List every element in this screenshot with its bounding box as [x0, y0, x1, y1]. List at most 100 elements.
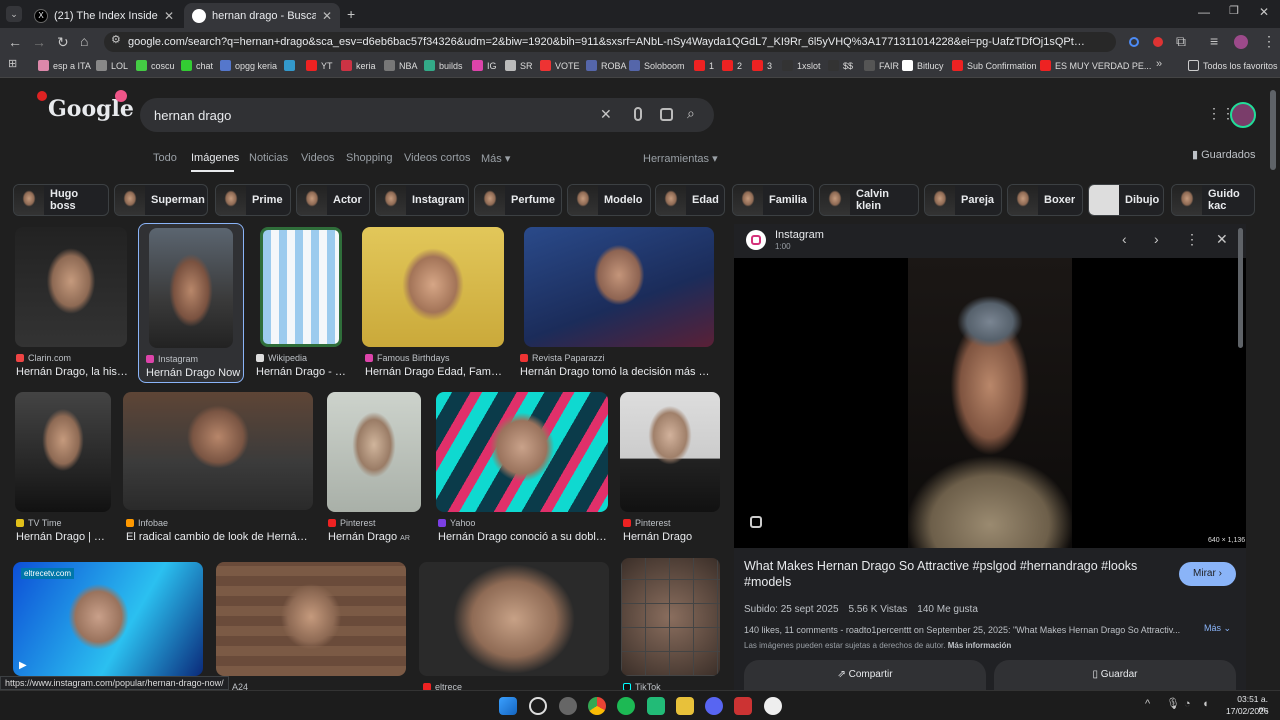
bookmark-item[interactable]: LOL — [96, 60, 128, 71]
bookmark-item[interactable]: opgg keria — [220, 60, 277, 71]
next-icon[interactable]: › — [1154, 232, 1159, 246]
chip-hugo-boss[interactable]: Hugo boss — [13, 184, 109, 216]
chip-actor[interactable]: Actor — [296, 184, 370, 216]
minimize-icon[interactable]: — — [1198, 6, 1210, 18]
close-tab-icon[interactable]: ✕ — [322, 9, 332, 23]
reading-list-icon[interactable]: ≡ — [1210, 34, 1218, 48]
chip-edad[interactable]: Edad — [655, 184, 725, 216]
image-result[interactable]: Wikipedia Hernán Drago - Wi... — [256, 227, 348, 379]
tab-all[interactable]: Todo — [153, 152, 177, 164]
chip-dibujo[interactable]: Dibujo — [1088, 184, 1164, 216]
chip-perfume[interactable]: Perfume — [474, 184, 562, 216]
bookmark-item[interactable]: Soloboom — [629, 60, 685, 71]
tab-twitter[interactable]: X (21) The Index Insider en X: "To... ✕ — [26, 3, 182, 28]
panel-title[interactable]: What Makes Hernan Drago So Attractive #p… — [744, 558, 1164, 590]
chip-familia[interactable]: Familia — [732, 184, 814, 216]
previous-icon[interactable]: ‹ — [1122, 232, 1127, 246]
chip-instagram[interactable]: Instagram — [375, 184, 469, 216]
image-result[interactable]: Infobae El radical cambio de look de Her… — [122, 392, 314, 544]
profile-avatar[interactable] — [1234, 35, 1248, 49]
window-close-icon[interactable]: ✕ — [1259, 6, 1269, 18]
menu-icon[interactable]: ⋮ — [1262, 34, 1276, 48]
image-result-selected[interactable]: Instagram Hernán Drago Now — [138, 223, 244, 383]
extensions-puzzle-icon[interactable]: ⧉ — [1176, 34, 1186, 48]
bookmark-item[interactable]: 2 — [722, 60, 742, 71]
bookmark-item[interactable]: 1 — [694, 60, 714, 71]
lens-icon[interactable] — [660, 108, 673, 121]
search-icon[interactable]: ⌕ — [687, 106, 695, 120]
bookmark-item[interactable]: FAIR — [864, 60, 899, 71]
panel-scrollbar[interactable] — [1238, 228, 1243, 348]
save-button[interactable]: ▯ Guardar — [994, 660, 1236, 690]
bookmark-item[interactable]: 3 — [752, 60, 772, 71]
bookmark-item[interactable]: VOTE — [540, 60, 580, 71]
tab-videos[interactable]: Videos — [301, 152, 334, 164]
bookmark-item[interactable]: SR — [505, 60, 533, 71]
volume-icon[interactable]: ◖ — [1202, 699, 1209, 710]
bookmark-item[interactable]: 1xslot — [782, 60, 821, 71]
lens-search-icon[interactable] — [750, 516, 762, 528]
search-box[interactable]: hernan drago ✕ ⌕ — [140, 98, 714, 132]
tab-images[interactable]: Imágenes — [191, 152, 239, 164]
chip-pareja[interactable]: Pareja — [924, 184, 1002, 216]
extension-icon[interactable] — [1129, 37, 1139, 47]
home-icon[interactable]: ⌂ — [80, 34, 88, 48]
bookmark-item[interactable]: builds — [424, 60, 463, 71]
spotify-icon[interactable] — [617, 697, 635, 715]
image-result[interactable]: Clarin.com Hernán Drago, la histor... — [15, 227, 128, 379]
tools-button[interactable]: Herramientas ▾ — [643, 152, 718, 165]
windows-start-icon[interactable] — [499, 697, 517, 715]
app-icon[interactable] — [764, 697, 782, 715]
back-icon[interactable]: ← — [8, 35, 22, 49]
new-tab-icon[interactable]: + — [347, 7, 355, 21]
app-icon[interactable] — [647, 697, 665, 715]
image-result[interactable]: eltrecetv.com ▶ — [13, 562, 203, 690]
more-info-link[interactable]: Más información — [948, 641, 1012, 650]
apps-grid-icon[interactable]: ⊞ — [8, 59, 17, 70]
bookmark-item[interactable]: Sub Confirmation — [952, 60, 1037, 71]
more-link[interactable]: Más ⌄ — [1204, 623, 1231, 634]
more-options-icon[interactable]: ⋮ — [1185, 232, 1199, 246]
address-bar[interactable]: ⚙ google.com/search?q=hernan+drago&sca_e… — [104, 32, 1116, 52]
microphone-icon[interactable]: 🎙 — [1166, 699, 1180, 710]
microphone-icon[interactable] — [634, 107, 642, 121]
app-icon[interactable] — [676, 697, 694, 715]
site-info-icon[interactable]: ⚙ — [111, 35, 121, 46]
image-result[interactable]: Famous Birthdays Hernán Drago Edad, Fami… — [362, 227, 504, 379]
image-result[interactable]: Revista Paparazzi Hernán Drago tomó la d… — [520, 227, 714, 379]
search-icon[interactable] — [529, 697, 547, 715]
bookmark-item[interactable]: coscu — [136, 60, 175, 71]
chip-modelo[interactable]: Modelo — [567, 184, 651, 216]
bookmark-item[interactable]: ROBA — [586, 60, 627, 71]
image-result[interactable]: Pinterest Hernán Drago — [620, 392, 720, 544]
chip-guido-kac[interactable]: Guido kac — [1171, 184, 1255, 216]
image-result[interactable]: Pinterest Hernán Drago AR — [327, 392, 421, 544]
wifi-icon[interactable]: ◔ — [1184, 699, 1191, 710]
bookmark-item[interactable]: keria — [341, 60, 376, 71]
bookmark-item[interactable] — [284, 60, 299, 71]
app-icon[interactable] — [559, 697, 577, 715]
bookmark-item[interactable]: chat — [181, 60, 213, 71]
app-icon[interactable] — [734, 697, 752, 715]
chip-superman[interactable]: Superman — [114, 184, 208, 216]
extension-icon[interactable] — [1153, 37, 1163, 47]
bookmark-item[interactable]: esp a ITA — [38, 60, 91, 71]
chip-prime[interactable]: Prime — [215, 184, 291, 216]
image-result[interactable]: TikTok — [621, 558, 720, 690]
image-result[interactable]: TV Time Hernán Drago | TV... — [13, 392, 111, 544]
visit-button[interactable]: Mirar › — [1179, 562, 1236, 586]
bookmark-item[interactable]: ES MUY VERDAD PE... — [1040, 60, 1151, 71]
chip-boxer[interactable]: Boxer — [1007, 184, 1083, 216]
image-result[interactable]: eltrece — [419, 562, 609, 690]
search-input[interactable]: hernan drago — [154, 108, 231, 123]
all-bookmarks[interactable]: Todos los favoritos — [1188, 60, 1278, 71]
clear-icon[interactable]: ✕ — [600, 107, 612, 121]
tab-news[interactable]: Noticias — [249, 152, 288, 164]
maximize-icon[interactable]: ❐ — [1229, 6, 1239, 17]
bookmark-item[interactable]: $$ — [828, 60, 853, 71]
chip-calvin-klein[interactable]: Calvin klein — [819, 184, 919, 216]
account-avatar[interactable] — [1230, 102, 1256, 128]
share-button[interactable]: ⇗ Compartir — [744, 660, 986, 690]
panel-source[interactable]: Instagram — [775, 229, 824, 241]
forward-icon[interactable]: → — [32, 35, 46, 49]
